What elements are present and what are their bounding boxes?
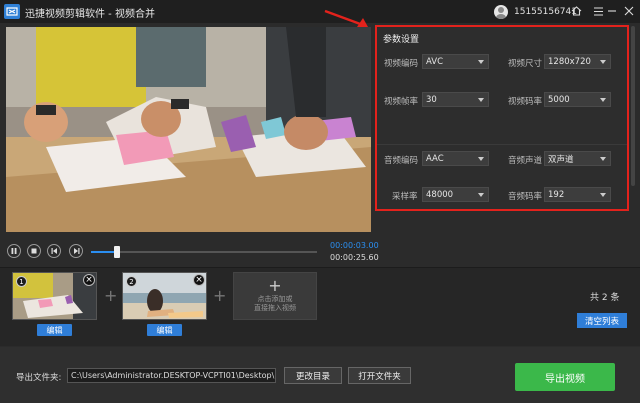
remove-clip-icon[interactable]: ×	[83, 274, 95, 286]
chevron-down-icon	[600, 157, 606, 161]
export-folder-label: 导出文件夹:	[16, 373, 62, 383]
export-path-field[interactable]: C:\Users\Administrator.DESKTOP-VCPTI01\D…	[67, 368, 276, 383]
stop-icon[interactable]	[27, 244, 41, 258]
audio-bitrate-select[interactable]: 192	[544, 187, 611, 202]
chevron-down-icon	[478, 193, 484, 197]
previous-frame-icon[interactable]	[47, 244, 61, 258]
avatar	[494, 4, 508, 19]
next-frame-icon[interactable]	[69, 244, 83, 258]
clip-number-badge: 2	[126, 276, 137, 287]
settings-scrollbar[interactable]	[631, 26, 635, 186]
audio-codec-label: 音频编码	[384, 156, 419, 166]
annotation-arrow-icon	[324, 9, 368, 27]
video-bitrate-select[interactable]: 5000	[544, 92, 611, 107]
sample-rate-select[interactable]: 48000	[422, 187, 489, 202]
clip-number-badge: 1	[16, 276, 27, 287]
video-codec-label: 视频编码	[384, 59, 419, 69]
user-id: 15155156741	[514, 6, 577, 17]
menu-icon[interactable]	[591, 4, 605, 18]
add-hint-line1: 点击添加或	[257, 295, 293, 303]
pause-icon[interactable]	[7, 244, 21, 258]
parameter-settings-panel: 参数设置 视频编码 AVC 视频尺寸 1280x720 视频帧率 30 视频码率…	[375, 25, 629, 211]
video-size-select[interactable]: 1280x720	[544, 54, 611, 69]
chevron-down-icon	[478, 60, 484, 64]
frame-rate-label: 视频帧率	[384, 97, 419, 107]
audio-channel-select[interactable]: 双声道	[544, 151, 611, 166]
audio-channel-label: 音频声道	[508, 156, 543, 166]
home-icon[interactable]	[569, 4, 583, 18]
video-preview[interactable]	[6, 27, 371, 232]
clear-list-button[interactable]: 清空列表	[577, 313, 627, 328]
video-size-label: 视频尺寸	[508, 59, 543, 69]
audio-bitrate-label: 音频码率	[508, 192, 543, 202]
total-time: 00:00:25.60	[330, 253, 379, 262]
progress-handle[interactable]	[113, 246, 120, 258]
chevron-down-icon	[478, 98, 484, 102]
title-bar: 迅捷视频剪辑软件 - 视频合并 15155156741	[0, 0, 640, 23]
settings-title: 参数设置	[383, 35, 420, 45]
window-title: 迅捷视频剪辑软件 - 视频合并	[25, 9, 155, 20]
clip-count: 共 2 条	[590, 293, 620, 303]
current-time: 00:00:03.00	[330, 241, 379, 250]
export-video-button[interactable]: 导出视频	[515, 363, 615, 391]
add-video-button[interactable]: + 点击添加或 直接拖入视频	[233, 272, 317, 320]
user-account[interactable]: 15155156741	[494, 4, 577, 19]
change-directory-button[interactable]: 更改目录	[284, 367, 342, 384]
sample-rate-label: 采样率	[392, 192, 418, 202]
video-codec-select[interactable]: AVC	[422, 54, 489, 69]
clip-thumbnail[interactable]: 2 ×	[122, 272, 207, 320]
chevron-down-icon	[600, 60, 606, 64]
progress-bar[interactable]	[91, 246, 317, 258]
chevron-down-icon	[478, 157, 484, 161]
chevron-down-icon	[600, 193, 606, 197]
open-folder-button[interactable]: 打开文件夹	[348, 367, 411, 384]
edit-clip-button[interactable]: 编辑	[147, 324, 182, 336]
close-icon[interactable]	[622, 4, 636, 18]
export-footer: 导出文件夹: C:\Users\Administrator.DESKTOP-VC…	[0, 347, 640, 403]
clip-timeline: 1 × 编辑 + 2 × 编辑 + + 点击添加或 直接拖入视频 共 2 条 清…	[0, 267, 640, 346]
clip-thumbnail[interactable]: 1 ×	[12, 272, 97, 320]
edit-clip-button[interactable]: 编辑	[37, 324, 72, 336]
playback-controls: 00:00:03.00 00:00:25.60	[0, 236, 379, 266]
minimize-icon[interactable]	[605, 4, 619, 18]
divider	[377, 144, 627, 145]
frame-rate-select[interactable]: 30	[422, 92, 489, 107]
add-icon: +	[268, 276, 282, 295]
chevron-down-icon	[600, 98, 606, 102]
app-logo-icon	[4, 4, 20, 19]
audio-codec-select[interactable]: AAC	[422, 151, 489, 166]
plus-separator-icon: +	[213, 286, 227, 305]
video-bitrate-label: 视频码率	[508, 97, 543, 107]
add-hint-line2: 直接拖入视频	[254, 304, 296, 312]
remove-clip-icon[interactable]: ×	[193, 274, 205, 286]
plus-separator-icon: +	[104, 286, 118, 305]
